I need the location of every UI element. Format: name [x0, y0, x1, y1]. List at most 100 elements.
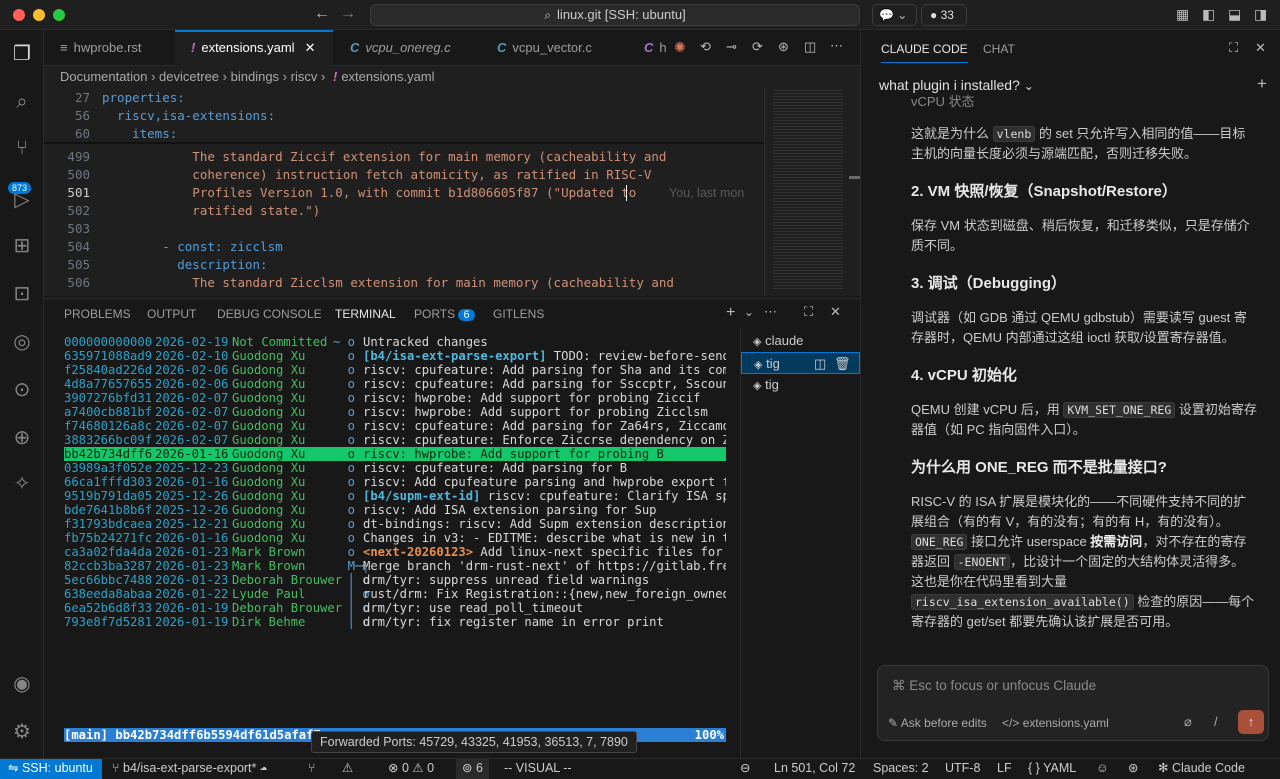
terminal-row[interactable]: 66ca1fffd303 2026-01-16 Guodong Xu o riscv:… — [64, 475, 726, 489]
send-button[interactable]: ↑ — [1238, 710, 1264, 734]
close-icon[interactable]: ✕ — [1255, 40, 1266, 56]
terminal-row[interactable]: 03989a3f052e 2025-12-23 Guodong Xu o riscv:… — [64, 461, 726, 475]
terminal-row[interactable]: f25840ad226d 2026-02-06 Guodong Xu o riscv:… — [64, 363, 726, 377]
encoding[interactable]: UTF-8 — [945, 759, 980, 779]
tab-gitlens[interactable]: GITLENS — [493, 299, 544, 329]
tab-vcpu-onereg-c[interactable]: Cvcpu_onereg.c — [334, 30, 480, 66]
tab-extensions-yaml[interactable]: ! extensions.yaml ✕ — [175, 30, 333, 66]
code-editor[interactable]: 27 properties: 56 riscv,isa-extensions: … — [44, 88, 764, 296]
run-debug-icon[interactable]: ▷ — [8, 186, 36, 214]
search-icon[interactable]: ⌕ — [8, 88, 36, 116]
code-line[interactable]: - const: zicclsm — [102, 238, 282, 256]
new-terminal-icon[interactable]: + — [726, 304, 735, 322]
trash-icon[interactable]: 🗑 — [834, 353, 851, 375]
close-tab-icon[interactable]: ✕ — [305, 40, 316, 55]
settings-gear-icon[interactable]: ⚙ — [8, 718, 36, 746]
code-line[interactable]: description: — [102, 256, 267, 274]
containers-icon[interactable]: ⊕ — [8, 424, 36, 452]
file-context-chip[interactable]: </> extensions.yaml — [1002, 716, 1109, 730]
zoom-window-button[interactable] — [53, 9, 65, 21]
new-session-icon[interactable]: + — [1257, 74, 1267, 94]
terminal-row[interactable]: 6ea52b6d8f33 2026-01-19 Deborah Brouwer │ … — [64, 601, 726, 615]
tab-output[interactable]: OUTPUT — [147, 299, 196, 329]
previous-change-icon[interactable]: ⊸ — [726, 39, 737, 55]
gitlens-toggle-icon[interactable]: ⊛ — [778, 39, 789, 55]
ports-indicator[interactable]: ⊚ 6 — [456, 759, 489, 779]
forward-arrow-icon[interactable]: → — [340, 5, 356, 23]
chevron-down-icon[interactable]: ⌄ — [744, 305, 754, 319]
terminal-row[interactable]: 793e8f7d5281 2026-01-19 Dirk Behme │ odrm/… — [64, 615, 726, 629]
breadcrumb-file[interactable]: extensions.yaml — [341, 69, 434, 84]
chat-count-badge[interactable]: ● 33 — [921, 4, 967, 26]
tab-terminal[interactable]: TERMINAL — [335, 299, 396, 329]
chat-toggle[interactable]: 💬 ⌄ — [872, 4, 917, 26]
back-arrow-icon[interactable]: ← — [314, 5, 330, 23]
breadcrumb-item[interactable]: bindings — [231, 69, 279, 84]
terminal-row[interactable]: 3883266bc09f 2026-02-07 Guodong Xu o riscv:… — [64, 433, 726, 447]
split-terminal-icon[interactable]: ◫ — [814, 353, 826, 375]
terminal-row[interactable]: 4d8a77657655 2026-02-06 Guodong Xu o riscv:… — [64, 377, 726, 391]
branch-indicator[interactable]: ⑂ b4/isa-ext-parse-export* ☁ — [112, 759, 267, 779]
remote-explorer-icon[interactable]: ⊡ — [8, 280, 36, 308]
terminal-row[interactable]: 5ec66bbc7488 2026-01-23 Deborah Brouwer │ … — [64, 573, 726, 587]
terminal-row[interactable]: f31793bdcaea 2025-12-21 Guodong Xu o dt-bin… — [64, 517, 726, 531]
terminal-row[interactable]: bde7641b8b6f 2025-12-26 Guodong Xu o riscv:… — [64, 503, 726, 517]
sticky-line[interactable]: properties: — [102, 89, 185, 107]
tab-chat[interactable]: CHAT — [983, 42, 1015, 56]
terminal-instance-tig[interactable]: ◈ tig ◫ 🗑 — [741, 352, 860, 374]
terminal-row[interactable]: fb75b24271fc 2026-01-16 Guodong Xu o Change… — [64, 531, 726, 545]
attach-icon[interactable]: ⌀ — [1184, 714, 1192, 730]
claude-code-status[interactable]: ✻ Claude Code — [1158, 759, 1245, 779]
code-line[interactable]: ratified state.") — [102, 202, 320, 220]
broadcast-icon[interactable]: ⚠ — [342, 759, 353, 779]
terminal-row[interactable]: a7400cb881bf 2026-02-07 Guodong Xu o riscv:… — [64, 405, 726, 419]
remote-indicator[interactable]: ⇋ SSH: ubuntu — [0, 759, 102, 779]
tab-vcpu-vector-c[interactable]: Cvcpu_vector.c — [481, 30, 627, 66]
slash-command-icon[interactable]: / — [1214, 714, 1218, 729]
git-graph-icon[interactable]: ⑂ — [308, 759, 316, 779]
sticky-line[interactable]: riscv,isa-extensions: — [102, 107, 275, 125]
source-control-icon[interactable]: ⑂ — [8, 134, 36, 162]
tab-h[interactable]: Ch — [628, 30, 668, 66]
tab-claude-code[interactable]: CLAUDE CODE — [881, 42, 968, 63]
terminal-row[interactable]: 000000000000 2026-02-19 Not Committed ~ o Un… — [64, 335, 726, 349]
indentation[interactable]: Spaces: 2 — [873, 759, 929, 779]
tab-ports[interactable]: PORTS 6 — [414, 299, 475, 329]
terminal-row[interactable]: 9519b791da05 2025-12-26 Guodong Xu o [b4/su… — [64, 489, 726, 503]
split-editor-icon[interactable]: ◫ — [804, 39, 816, 55]
maximize-icon[interactable]: ⛶ — [1229, 40, 1238, 56]
terminal-row[interactable]: 3907276bfd31 2026-02-07 Guodong Xu o riscv:… — [64, 391, 726, 405]
next-change-icon[interactable]: ⟳ — [752, 39, 763, 55]
copilot-icon[interactable]: ☺ — [1096, 759, 1109, 779]
terminal-row[interactable]: f74680126a8c 2026-02-07 Guodong Xu o riscv:… — [64, 419, 726, 433]
zoom-icon[interactable]: ⊖ — [740, 759, 750, 779]
terminal[interactable]: 000000000000 2026-02-19 Not Committed ~ o Un… — [44, 328, 740, 758]
tab-hwprobe-rst[interactable]: ≡ hwprobe.rst — [44, 30, 174, 66]
close-window-button[interactable] — [13, 9, 25, 21]
session-selector[interactable]: what plugin i installed? ⌄ — [879, 77, 1034, 93]
extensions-icon[interactable]: ⊞ — [8, 232, 36, 260]
terminal-row[interactable]: 638eeda8abaa 2026-01-22 Lyude Paul │ orust… — [64, 587, 726, 601]
claude-icon[interactable]: ✧ — [8, 470, 36, 498]
account-icon[interactable]: ◉ — [8, 670, 36, 698]
terminal-row[interactable]: 635971088ad9 2026-02-10 Guodong Xu o [b4/is… — [64, 349, 726, 363]
sticky-line[interactable]: items: — [102, 125, 177, 143]
breadcrumb-item[interactable]: Documentation — [60, 69, 147, 84]
gitlens-status-icon[interactable]: ⊛ — [1128, 759, 1138, 779]
tab-problems[interactable]: PROBLEMS — [64, 299, 131, 329]
code-line[interactable]: The standard Ziccif extension for main m… — [102, 148, 666, 166]
prompt-input[interactable]: ⌘ Esc to focus or unfocus Claude — [892, 678, 1096, 694]
language-mode[interactable]: { } YAML — [1028, 759, 1076, 779]
compare-changes-icon[interactable]: ⟲ — [700, 39, 711, 55]
terminal-row[interactable]: 82ccb3ba3287 2026-01-23 Mark Brown M─┐Merg… — [64, 559, 726, 573]
code-line-current[interactable]: Profiles Version 1.0, with commit b1d806… — [102, 184, 636, 202]
chat-scroll[interactable]: vCPU 状态 这就是为什么 vlenb 的 set 只允许写入相同的值——目标… — [861, 94, 1280, 654]
maximize-panel-icon[interactable]: ⛶ — [804, 304, 813, 320]
breadcrumb-item[interactable]: riscv — [291, 69, 318, 84]
cursor-position[interactable]: Ln 501, Col 72 — [774, 759, 855, 779]
toggle-secondary-sidebar-icon[interactable]: ◨ — [1254, 6, 1267, 23]
terminal-instance-tig[interactable]: ◈ tig — [741, 374, 860, 396]
line-endings[interactable]: LF — [997, 759, 1012, 779]
gitlens-inspect-icon[interactable]: ⊙ — [8, 376, 36, 404]
minimize-window-button[interactable] — [33, 9, 45, 21]
